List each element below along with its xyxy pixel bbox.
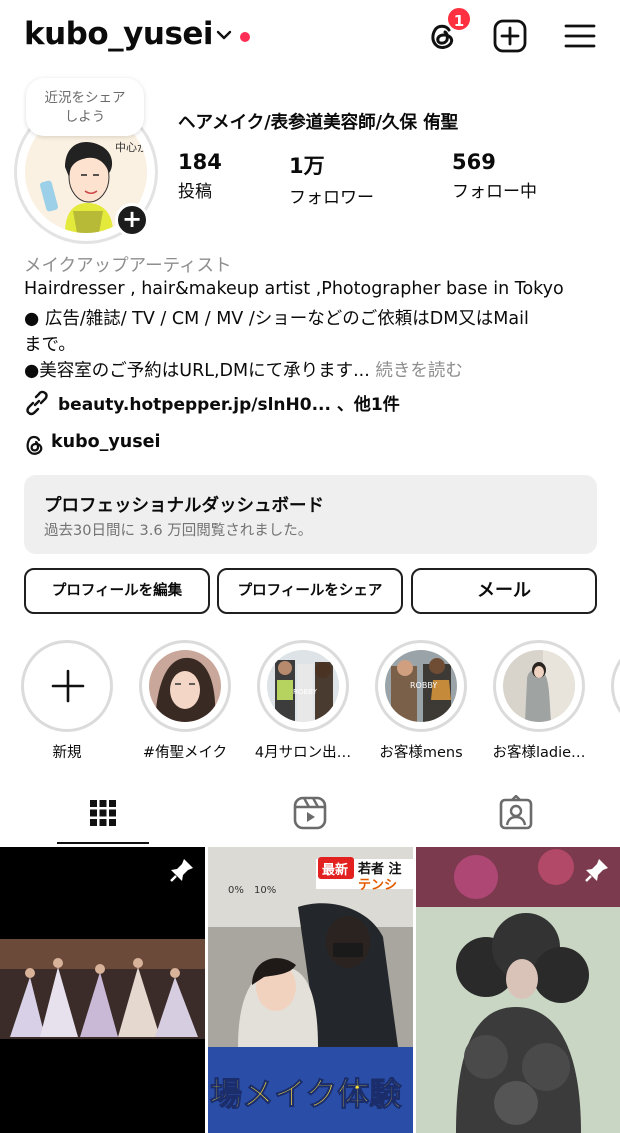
threads-small-icon bbox=[26, 435, 43, 455]
note-bubble-line2: しよう bbox=[64, 109, 106, 125]
highlight-cover bbox=[149, 650, 221, 722]
plus-icon bbox=[51, 669, 85, 703]
highlight-item[interactable]: #侑聖メイク bbox=[139, 640, 231, 762]
followers-stat[interactable]: 1万 フォロワー bbox=[289, 150, 374, 208]
tagged-icon[interactable] bbox=[498, 795, 534, 831]
post-banner: 場メイク体験 bbox=[210, 1075, 402, 1113]
menu-icon[interactable] bbox=[562, 18, 598, 54]
posts-count: 184 bbox=[178, 150, 222, 174]
create-post-icon[interactable] bbox=[492, 18, 528, 54]
highlight-item[interactable]: ROBBY お客様mens bbox=[375, 640, 467, 762]
highlight-cover: ROBBY bbox=[385, 650, 457, 722]
threads-handle: kubo_yusei bbox=[51, 432, 161, 452]
profile-category: メイクアップアーティスト bbox=[24, 256, 232, 276]
avatar-handwriting: 中心から外 bbox=[115, 141, 147, 154]
bio-line-1: Hairdresser , hair&makeup artist ,Photog… bbox=[24, 279, 564, 299]
username-switcher[interactable]: kubo_yusei bbox=[24, 16, 214, 52]
posts-label: 投稿 bbox=[178, 182, 212, 202]
following-stat[interactable]: 569 フォロー中 bbox=[452, 150, 537, 202]
reels-icon[interactable] bbox=[292, 795, 328, 831]
dashboard-subtitle: 過去30日間に 3.6 万回閲覧されました。 bbox=[44, 523, 313, 539]
grid-icon[interactable] bbox=[85, 795, 121, 831]
robby-overlay-text: ROBBY bbox=[293, 688, 318, 696]
highlight-cover bbox=[503, 650, 575, 722]
highlight-label: 4月サロン出… bbox=[254, 745, 352, 761]
post-tile[interactable]: 最新 若者 注 テンシ 0% 10% 場メイク体験 bbox=[208, 847, 413, 1133]
post-tile[interactable] bbox=[416, 847, 620, 1133]
following-count: 569 bbox=[452, 150, 496, 174]
highlight-label: お客様ladie… bbox=[492, 745, 586, 761]
highlight-item[interactable]: ROBBY 4月サロン出… bbox=[255, 640, 351, 762]
bio-line-2: ● 広告/雑誌/ TV / CM / MV /ショーなどのご依頼はDM又はMai… bbox=[24, 309, 529, 329]
bio-line-4-text: ●美容室のご予約はURL,DMにて承ります... bbox=[24, 361, 370, 381]
post-sign-2: 10% bbox=[254, 885, 276, 896]
post-caption-top2: テンシ bbox=[358, 878, 397, 893]
post-tile[interactable] bbox=[0, 847, 205, 1133]
bio-line-3: まで。 bbox=[24, 335, 76, 355]
robby-overlay-text: ROBBY bbox=[410, 681, 437, 690]
highlight-label: #侑聖メイク bbox=[142, 745, 228, 761]
dashboard-title: プロフェッショナルダッシュボード bbox=[44, 496, 324, 516]
read-more-link[interactable]: 続きを読む bbox=[375, 361, 463, 381]
professional-dashboard[interactable]: プロフェッショナルダッシュボード 過去30日間に 3.6 万回閲覧されました。 bbox=[24, 475, 597, 554]
followers-label: フォロワー bbox=[289, 188, 374, 208]
active-tab-indicator bbox=[57, 842, 149, 844]
highlight-label: 新規 bbox=[52, 745, 82, 761]
account-notification-dot bbox=[240, 32, 250, 42]
note-bubble-line1: 近況をシェア bbox=[44, 90, 126, 106]
threads-notification-badge: 1 bbox=[446, 6, 472, 32]
highlight-item-partial[interactable] bbox=[611, 640, 620, 732]
bio-link-text: beauty.hotpepper.jp/slnH0... 、他1件 bbox=[58, 395, 400, 415]
note-bubble[interactable]: 近況をシェア しよう bbox=[26, 78, 144, 136]
following-label: フォロー中 bbox=[452, 182, 537, 202]
followers-count: 1万 bbox=[289, 154, 325, 178]
post-badge-latest: 最新 bbox=[322, 862, 348, 878]
link-icon bbox=[26, 390, 48, 416]
pin-icon bbox=[585, 859, 608, 882]
bio-line-4: ●美容室のご予約はURL,DMにて承ります... 続きを読む bbox=[24, 357, 463, 382]
highlight-new[interactable]: 新規 bbox=[21, 640, 113, 762]
posts-stat[interactable]: 184 投稿 bbox=[178, 150, 222, 202]
profile-header: kubo_yusei 1 bbox=[0, 0, 620, 74]
highlight-label: お客様mens bbox=[379, 745, 463, 761]
share-profile-button[interactable]: プロフィールをシェア bbox=[217, 568, 403, 614]
pin-icon bbox=[170, 859, 193, 882]
highlight-cover: ROBBY bbox=[267, 650, 339, 722]
add-story-button[interactable]: + bbox=[115, 203, 149, 237]
highlight-item[interactable]: お客様ladie… bbox=[492, 640, 586, 762]
post-caption-top: 若者 注 bbox=[357, 861, 402, 877]
edit-profile-button[interactable]: プロフィールを編集 bbox=[24, 568, 210, 614]
post-sign-1: 0% bbox=[228, 885, 244, 896]
chevron-down-icon[interactable] bbox=[216, 28, 232, 42]
profile-full-name: ヘアメイク/表参道美容師/久保 侑聖 bbox=[178, 113, 459, 133]
email-button[interactable]: メール bbox=[411, 568, 597, 614]
